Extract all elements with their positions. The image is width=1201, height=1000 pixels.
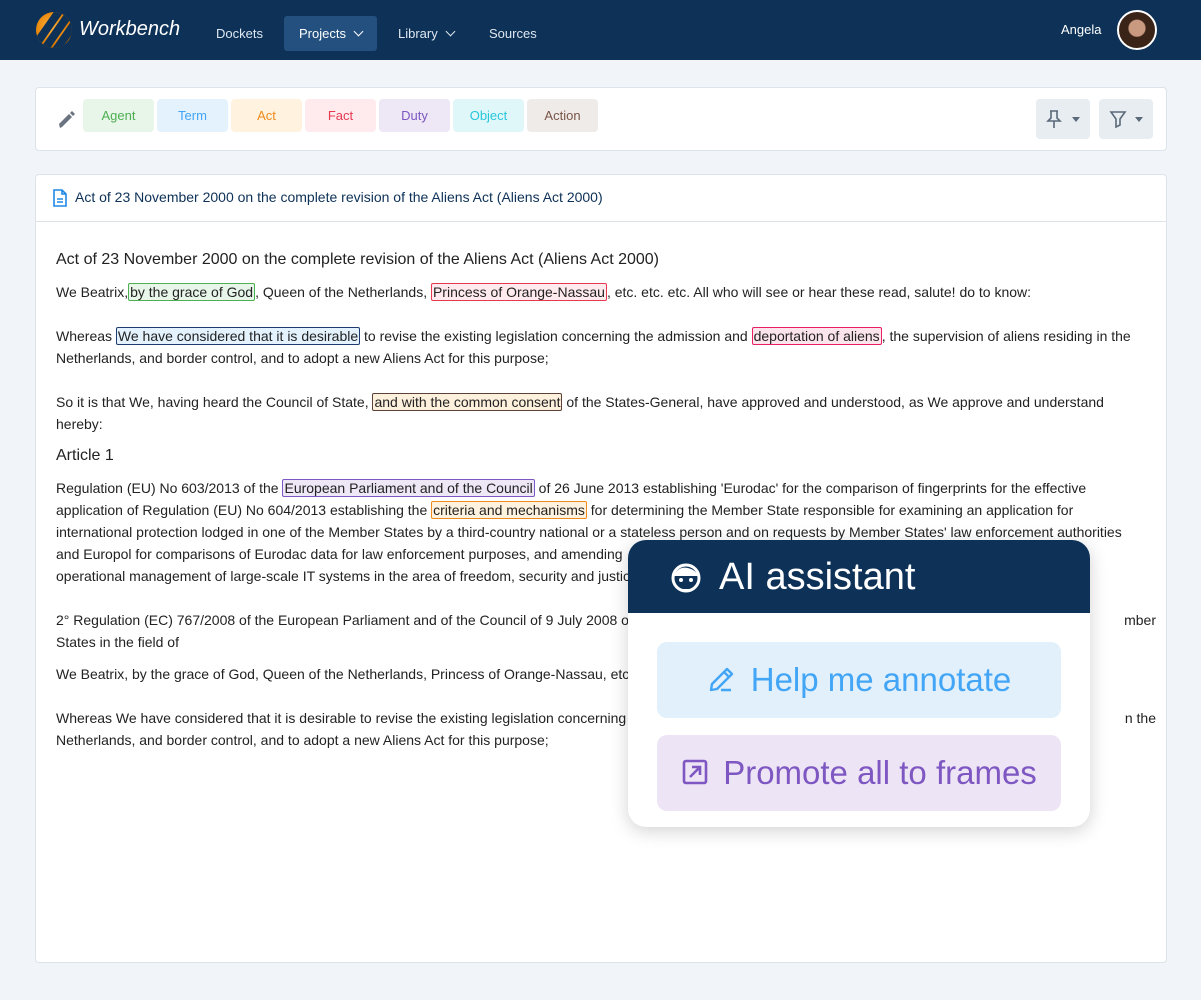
- text: We Beatrix,: [56, 284, 129, 300]
- pin-dropdown-button[interactable]: [1036, 99, 1090, 139]
- text: hereby:: [56, 416, 103, 432]
- tag-button-agent[interactable]: Agent: [83, 99, 154, 132]
- nav-label: Projects: [299, 26, 346, 41]
- tag-button-act[interactable]: Act: [231, 99, 302, 132]
- paragraph: We Beatrix, by the grace of God, Queen of…: [56, 281, 1146, 303]
- top-navbar: Workbench Dockets Projects Library Sourc…: [0, 0, 1201, 60]
- text: 2° Regulation (EC) 767/2008 of the Europ…: [56, 612, 629, 628]
- text: mber: [1124, 612, 1156, 628]
- caret-down-icon: [1072, 117, 1080, 126]
- filter-icon: [1109, 111, 1127, 128]
- assistant-face-icon: [671, 563, 701, 593]
- text: application of Regulation (EU) No 604/20…: [56, 502, 432, 518]
- nav-label: Dockets: [216, 26, 263, 41]
- text: to revise the existing legislation conce…: [360, 328, 752, 344]
- text: Regulation (EU) No 603/2013 of the: [56, 480, 283, 496]
- article-heading: Article 1: [56, 447, 114, 464]
- paragraph: So it is that We, having heard the Counc…: [56, 391, 1146, 435]
- nav-library[interactable]: Library: [383, 16, 469, 51]
- tag-button-duty[interactable]: Duty: [379, 99, 450, 132]
- ai-assistant-title: AI assistant: [719, 556, 916, 598]
- text: , Queen of the Netherlands,: [255, 284, 431, 300]
- document-icon: [53, 189, 67, 207]
- annotation-term[interactable]: We have considered that it is desirable: [115, 327, 361, 345]
- tag-button-term[interactable]: Term: [157, 99, 228, 132]
- document-heading: Act of 23 November 2000 on the complete …: [56, 251, 660, 268]
- annotation-act[interactable]: criteria and mechanisms: [431, 501, 587, 519]
- avatar[interactable]: [1117, 10, 1157, 50]
- text: So it is that We, having heard the Counc…: [56, 394, 373, 410]
- ai-assistant-header: AI assistant: [628, 540, 1090, 613]
- annotation-fact[interactable]: deportation of aliens: [751, 327, 882, 345]
- nav-label: Sources: [489, 26, 537, 41]
- annotation-fact[interactable]: Princess of Orange-Nassau: [430, 283, 607, 301]
- filter-dropdown-button[interactable]: [1099, 99, 1153, 139]
- chevron-down-icon: [445, 26, 456, 37]
- annotation-toolbar: Agent Term Act Fact Duty Object Action: [35, 87, 1167, 151]
- text: Netherlands, and border control, and to …: [56, 350, 549, 366]
- text: n the: [1124, 710, 1156, 726]
- ai-assistant-popup: AI assistant Help me annotate Promote al…: [628, 540, 1090, 827]
- user-name[interactable]: Angela: [1061, 22, 1101, 37]
- workbench-logo-icon[interactable]: [36, 12, 72, 48]
- nav-projects[interactable]: Projects: [284, 16, 377, 51]
- help-me-annotate-button[interactable]: Help me annotate: [657, 642, 1061, 718]
- brand-name[interactable]: Workbench: [79, 18, 180, 41]
- pin-icon: [1046, 110, 1062, 128]
- document-header: Act of 23 November 2000 on the complete …: [36, 175, 1166, 222]
- nav-label: Library: [398, 26, 438, 41]
- nav-dockets[interactable]: Dockets: [201, 16, 278, 51]
- pencil-icon: [709, 668, 733, 692]
- text: of the States-General, have approved and…: [562, 394, 1104, 410]
- text: for determining the Member State respons…: [586, 502, 1074, 518]
- tag-button-object[interactable]: Object: [453, 99, 524, 132]
- button-label: Help me annotate: [750, 661, 1012, 698]
- annotation-duty[interactable]: European Parliament and of the Council: [282, 479, 535, 497]
- text: , etc. etc. etc. All who will see or hea…: [606, 284, 1032, 300]
- text: , the supervision of aliens residing in …: [881, 328, 1131, 344]
- text: of 26 June 2013 establishing 'Eurodac' f…: [534, 480, 1087, 496]
- chevron-down-icon: [353, 26, 364, 37]
- nav-sources[interactable]: Sources: [474, 16, 552, 51]
- annotation-agent[interactable]: by the grace of God: [128, 283, 256, 301]
- caret-down-icon: [1135, 117, 1143, 126]
- tag-button-fact[interactable]: Fact: [305, 99, 376, 132]
- tag-button-action[interactable]: Action: [527, 99, 598, 132]
- open-in-new-icon: [682, 759, 708, 785]
- paragraph: Whereas We have considered that it is de…: [56, 325, 1146, 369]
- highlighter-pen-icon: [59, 111, 75, 128]
- annotation-act[interactable]: and with the common consent: [372, 393, 563, 411]
- text: Whereas: [56, 328, 116, 344]
- promote-all-to-frames-button[interactable]: Promote all to frames: [657, 735, 1061, 811]
- button-label: Promote all to frames: [723, 754, 1037, 791]
- document-tab-title: Act of 23 November 2000 on the complete …: [75, 189, 603, 205]
- text: Whereas We have considered that it is de…: [56, 710, 627, 726]
